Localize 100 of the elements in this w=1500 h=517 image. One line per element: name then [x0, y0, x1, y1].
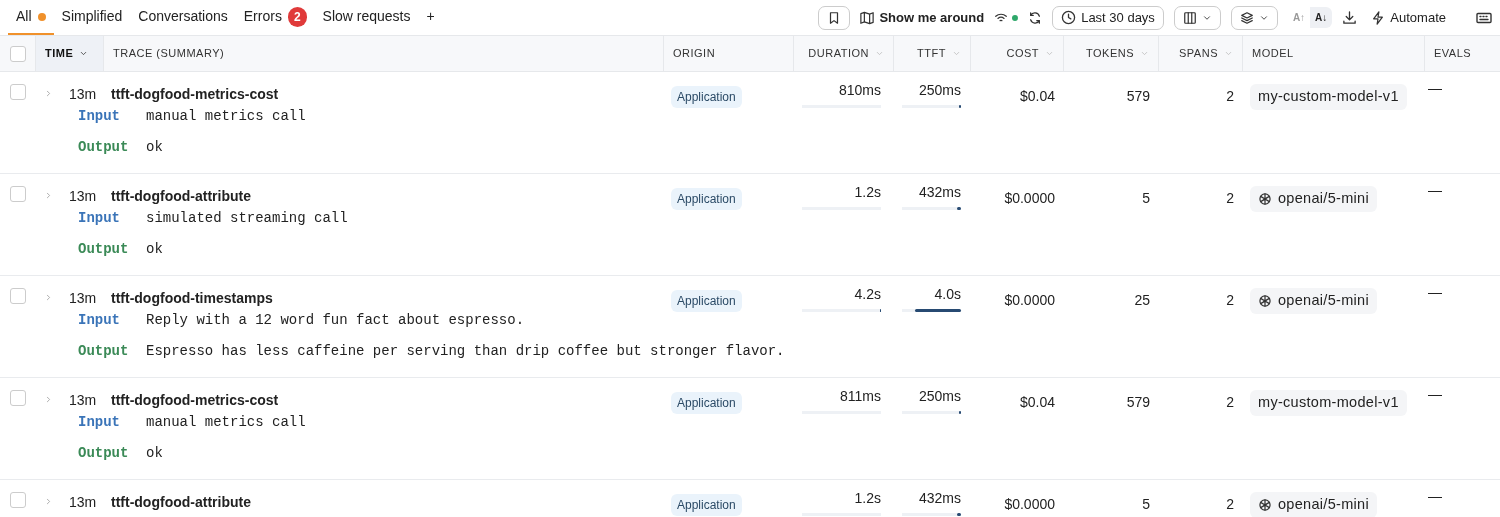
row-checkbox[interactable] [9, 288, 26, 304]
tour-button[interactable]: Show me around [860, 7, 985, 28]
output-text: ok [146, 239, 163, 259]
model-tag: openai/5-mini [1250, 186, 1377, 212]
map-icon [860, 10, 875, 25]
sort-caret-icon [1045, 49, 1054, 58]
automate-button[interactable]: Automate [1371, 7, 1446, 28]
column-header[interactable]: TIME [35, 36, 103, 71]
origin-tag: Application [671, 392, 742, 414]
metric-text: 432ms [917, 489, 961, 508]
input-text: Reply with a 12 word fun fact about espresso. [146, 310, 525, 330]
output-label: Output [78, 137, 129, 157]
metric-text: 4.0s [933, 285, 961, 304]
time-text: 13m [69, 289, 97, 308]
time-text: 13m [69, 391, 97, 410]
input-label: Input [78, 208, 120, 228]
trace-name[interactable]: ttft-dogfood-metrics-cost [111, 392, 279, 408]
trace-name[interactable]: ttft-dogfood-metrics-cost [111, 86, 279, 102]
output-label: Output [78, 443, 129, 463]
row-checkbox[interactable] [9, 84, 26, 100]
layers-button[interactable] [1230, 5, 1278, 30]
sort-caret-icon [875, 49, 884, 58]
lightning-icon [1371, 10, 1386, 25]
row-checkbox[interactable] [9, 186, 26, 202]
model-tag: openai/5-mini [1250, 492, 1377, 517]
time-text: 13m [69, 187, 97, 206]
column-header[interactable]: TOKENS [1063, 36, 1158, 71]
metric-text: 1.2s [853, 183, 881, 202]
input-text: manual metrics call [146, 106, 306, 126]
sort-caret-icon [1224, 49, 1233, 58]
expand-chevron-icon [44, 395, 53, 404]
origin-tag: Application [671, 290, 742, 312]
input-text: manual metrics call [146, 412, 306, 432]
select-all-checkbox[interactable] [9, 45, 26, 62]
row-checkbox[interactable] [9, 390, 26, 406]
metric-text: 250ms [917, 81, 961, 100]
bookmark-button[interactable] [818, 5, 851, 30]
origin-tag: Application [671, 494, 742, 516]
expand-chevron-icon [44, 89, 53, 98]
trace-name[interactable]: ttft-dogfood-timestamps [111, 290, 273, 306]
sort-caret-icon [79, 49, 89, 58]
origin-tag: Application [671, 188, 742, 210]
evals-text: — [1428, 284, 1442, 300]
cost-text: $0.0000 [1004, 292, 1055, 308]
column-header: MODEL [1242, 36, 1424, 71]
tab[interactable]: Simplified [53, 0, 131, 35]
tab[interactable]: Conversations [130, 0, 236, 35]
expand-chevron-icon [44, 191, 53, 200]
trace-name[interactable]: ttft-dogfood-attribute [111, 494, 251, 510]
metric-text: 432ms [917, 183, 961, 202]
evals-text: — [1428, 386, 1442, 402]
span-count: 2 [1226, 88, 1234, 104]
refresh-button[interactable] [1028, 10, 1043, 25]
output-label: Output [78, 341, 129, 361]
column-header: EVALS [1424, 36, 1500, 71]
output-label: Output [78, 239, 129, 259]
column-header[interactable]: COST [970, 36, 1063, 71]
clock-icon [1061, 10, 1077, 25]
layers-icon [1239, 10, 1254, 25]
refresh-icon [1028, 10, 1043, 25]
metric-text: 811ms [839, 387, 881, 406]
model-tag: my-custom-model-v1 [1250, 84, 1407, 110]
tab[interactable]: Slow requests [314, 0, 419, 35]
column-header[interactable]: SPANS [1158, 36, 1242, 71]
input-text: simulated streaming call [146, 208, 348, 228]
download-button[interactable] [1342, 10, 1358, 25]
span-count: 2 [1226, 394, 1234, 410]
input-label: Input [78, 412, 120, 432]
metric-text: 250ms [917, 387, 961, 406]
span-count: 2 [1226, 292, 1234, 308]
column-header: TRACE (SUMMARY) [103, 36, 663, 71]
column-header: ORIGIN [663, 36, 793, 71]
row-checkbox[interactable] [9, 492, 26, 508]
column-header[interactable]: DURATION [793, 36, 893, 71]
token-count: 579 [1126, 88, 1150, 104]
columns-button[interactable] [1173, 5, 1221, 30]
swirl-logo-icon [1258, 497, 1272, 512]
metric-text: 4.2s [853, 285, 881, 304]
span-count: 2 [1226, 496, 1234, 512]
cost-text: $0.0000 [1004, 190, 1055, 206]
date-range-button[interactable]: Last 30 days [1052, 5, 1164, 30]
output-text: ok [146, 443, 163, 463]
model-tag: openai/5-mini [1250, 288, 1377, 314]
tab[interactable]: Errors 2 [235, 0, 315, 35]
add-tab-button[interactable]: + [418, 0, 443, 35]
download-icon [1342, 10, 1358, 25]
model-tag: my-custom-model-v1 [1250, 390, 1407, 416]
column-header[interactable]: TTFT [893, 36, 970, 71]
token-count: 5 [1142, 496, 1150, 512]
cost-text: $0.0000 [1004, 496, 1055, 512]
trace-name[interactable]: ttft-dogfood-attribute [111, 188, 251, 204]
sort-toggle[interactable]: A↓ [1310, 7, 1333, 28]
cost-text: $0.04 [1019, 394, 1055, 410]
metric-text: 1.2s [853, 489, 881, 508]
output-text: Espresso has less caffeine per serving than drip coffee but stronger flavor. [146, 341, 785, 361]
token-count: 579 [1126, 394, 1150, 410]
input-label: Input [78, 310, 120, 330]
cost-text: $0.04 [1019, 88, 1055, 104]
output-text: ok [146, 137, 163, 157]
evals-text: — [1428, 182, 1442, 198]
